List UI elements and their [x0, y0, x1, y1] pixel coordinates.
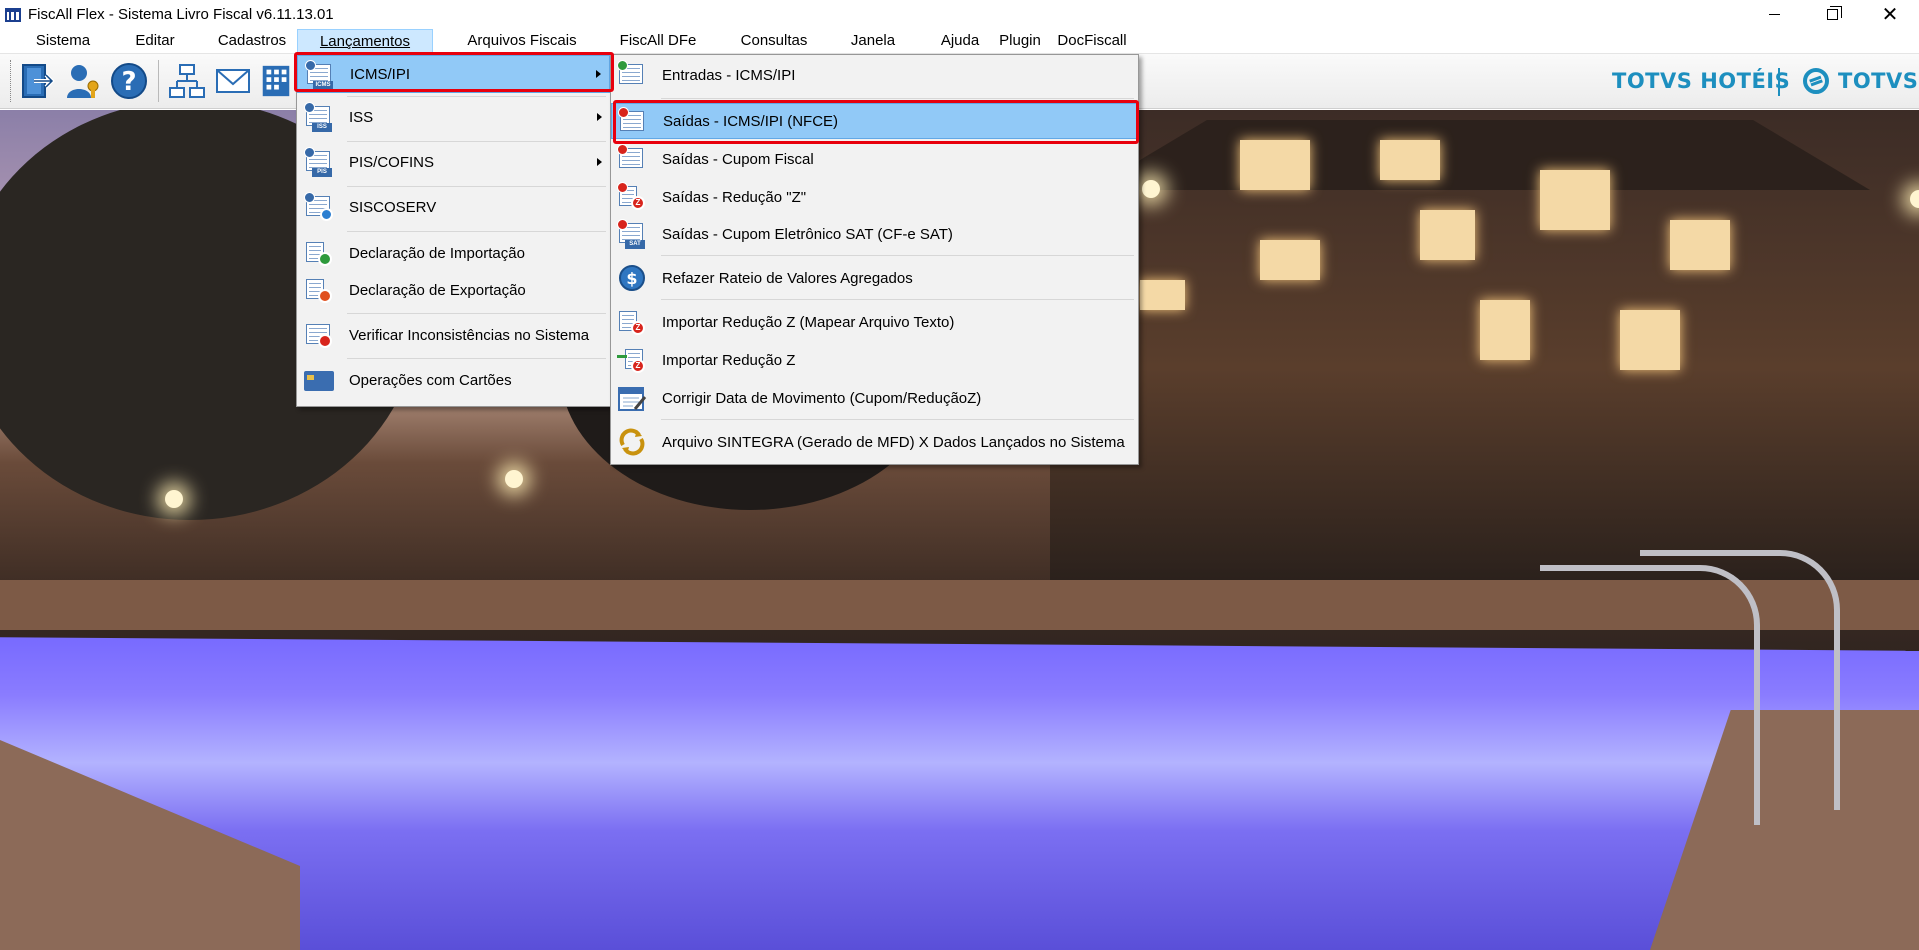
minimize-button[interactable]: [1745, 0, 1803, 29]
app-icon: [4, 6, 22, 24]
siscoserv-icon: [304, 192, 334, 222]
user-key-icon: [67, 65, 99, 98]
menu-item-iss[interactable]: ISS ISS: [297, 99, 610, 135]
export-declaration-icon: [304, 275, 334, 305]
lancamentos-menu: ICMS ICMS/IPI ISS ISS PIS PIS/COFINS SIS…: [296, 54, 611, 407]
close-button[interactable]: ✕: [1861, 0, 1919, 29]
iss-form-icon: ISS: [304, 102, 334, 132]
menu-item-importar-reducao-z[interactable]: Z Importar Redução Z: [611, 342, 1138, 378]
close-icon: ✕: [1881, 3, 1899, 26]
menu-sistema[interactable]: Sistema: [30, 29, 96, 53]
submenu-arrow-icon: [596, 70, 601, 78]
icms-form-icon: ICMS: [305, 60, 335, 90]
submenu-arrow-icon: [597, 113, 602, 121]
pis-form-icon: PIS: [304, 147, 334, 177]
totvs-logo-icon: [1803, 68, 1829, 94]
calendar-edit-icon: [617, 383, 647, 413]
menu-item-siscoserv[interactable]: SISCOSERV: [297, 189, 610, 225]
menu-item-saidas-cupom-fiscal[interactable]: Saídas - Cupom Fiscal: [611, 141, 1138, 177]
brand-company: TOTVS: [1802, 66, 1918, 96]
import-z-icon: Z: [617, 345, 647, 375]
menu-item-declaracao-exportacao[interactable]: Declaração de Exportação: [297, 272, 610, 308]
menu-item-icms-ipi[interactable]: ICMS ICMS/IPI: [297, 55, 610, 93]
title-bar: FiscAll Flex - Sistema Livro Fiscal v6.1…: [0, 0, 1919, 29]
menu-arquivos-fiscais[interactable]: Arquivos Fiscais: [462, 29, 582, 53]
calculator-icon: [262, 65, 290, 97]
menu-item-verificar-inconsistencias[interactable]: Verificar Inconsistências no Sistema: [297, 317, 610, 353]
menu-docfiscall[interactable]: DocFiscall: [1054, 29, 1130, 53]
mail-icon: [216, 69, 250, 93]
help-button[interactable]: ?: [108, 59, 150, 103]
mail-button[interactable]: [212, 59, 254, 103]
brand-company-text: TOTVS: [1838, 69, 1919, 93]
menu-fiscall-dfe[interactable]: FiscAll DFe: [614, 29, 702, 53]
brand-product: TOTVS HOTÉIS: [1612, 69, 1791, 93]
svg-text:?: ?: [121, 67, 136, 97]
warning-form-icon: [304, 320, 334, 350]
spreadsheet-minus-icon: [618, 107, 648, 137]
spreadsheet-plus-icon: [617, 60, 647, 90]
sync-arrows-icon: [617, 427, 647, 457]
menu-item-saidas-cfe-sat[interactable]: SAT Saídas - Cupom Eletrônico SAT (CF-e …: [611, 216, 1138, 252]
card-icon: [304, 366, 334, 396]
menu-item-refazer-rateio[interactable]: $ Refazer Rateio de Valores Agregados: [611, 260, 1138, 296]
menu-editar[interactable]: Editar: [128, 29, 182, 53]
help-icon: ?: [111, 63, 147, 99]
window-title: FiscAll Flex - Sistema Livro Fiscal v6.1…: [28, 6, 334, 23]
menu-item-operacoes-cartoes[interactable]: Operações com Cartões: [297, 362, 610, 398]
exit-button[interactable]: [17, 59, 59, 103]
restore-icon: [1826, 6, 1842, 20]
exit-icon: [22, 64, 55, 98]
menu-item-corrigir-data-movimento[interactable]: Corrigir Data de Movimento (Cupom/Reduçã…: [611, 380, 1138, 416]
svg-text:$: $: [626, 269, 637, 288]
brand-divider: [1778, 68, 1780, 96]
org-chart-icon: [169, 64, 205, 98]
menu-item-declaracao-importacao[interactable]: Declaração de Importação: [297, 235, 610, 271]
toolbar-separator: [158, 60, 159, 102]
receipt-icon: [617, 144, 647, 174]
menu-cadastros[interactable]: Cadastros: [214, 29, 290, 53]
icms-ipi-submenu: Entradas - ICMS/IPI Saídas - ICMS/IPI (N…: [610, 54, 1139, 465]
menu-item-arquivo-sintegra[interactable]: Arquivo SINTEGRA (Gerado de MFD) X Dados…: [611, 423, 1138, 461]
toolbar-grip[interactable]: [10, 60, 13, 102]
import-declaration-icon: [304, 238, 334, 268]
window-controls: ✕: [1745, 0, 1919, 29]
calculator-button[interactable]: [258, 59, 294, 103]
menu-item-pis-cofins[interactable]: PIS PIS/COFINS: [297, 144, 610, 180]
menu-janela[interactable]: Janela: [846, 29, 900, 53]
menu-ajuda[interactable]: Ajuda: [932, 29, 988, 53]
menu-bar: Sistema Editar Cadastros Lançamentos Arq…: [0, 29, 1919, 54]
import-text-z-icon: Z: [617, 307, 647, 337]
menu-consultas[interactable]: Consultas: [734, 29, 814, 53]
menu-item-saidas-reducao-z[interactable]: Z Saídas - Redução "Z": [611, 179, 1138, 215]
user-key-button[interactable]: [62, 59, 104, 103]
menu-item-saidas-icms-ipi-nfce[interactable]: Saídas - ICMS/IPI (NFCE): [611, 103, 1138, 139]
submenu-arrow-icon: [597, 158, 602, 166]
org-chart-button[interactable]: [166, 59, 208, 103]
menu-item-entradas-icms-ipi[interactable]: Entradas - ICMS/IPI: [611, 55, 1138, 95]
menu-plugin[interactable]: Plugin: [994, 29, 1046, 53]
menu-lancamentos[interactable]: Lançamentos: [297, 29, 433, 53]
menu-item-importar-reducao-z-texto[interactable]: Z Importar Redução Z (Mapear Arquivo Tex…: [611, 304, 1138, 340]
minimize-icon: [1768, 14, 1780, 15]
sat-icon: SAT: [617, 219, 647, 249]
reduction-z-icon: Z: [617, 182, 647, 212]
restore-button[interactable]: [1803, 0, 1861, 29]
dollar-refresh-icon: $: [617, 263, 647, 293]
